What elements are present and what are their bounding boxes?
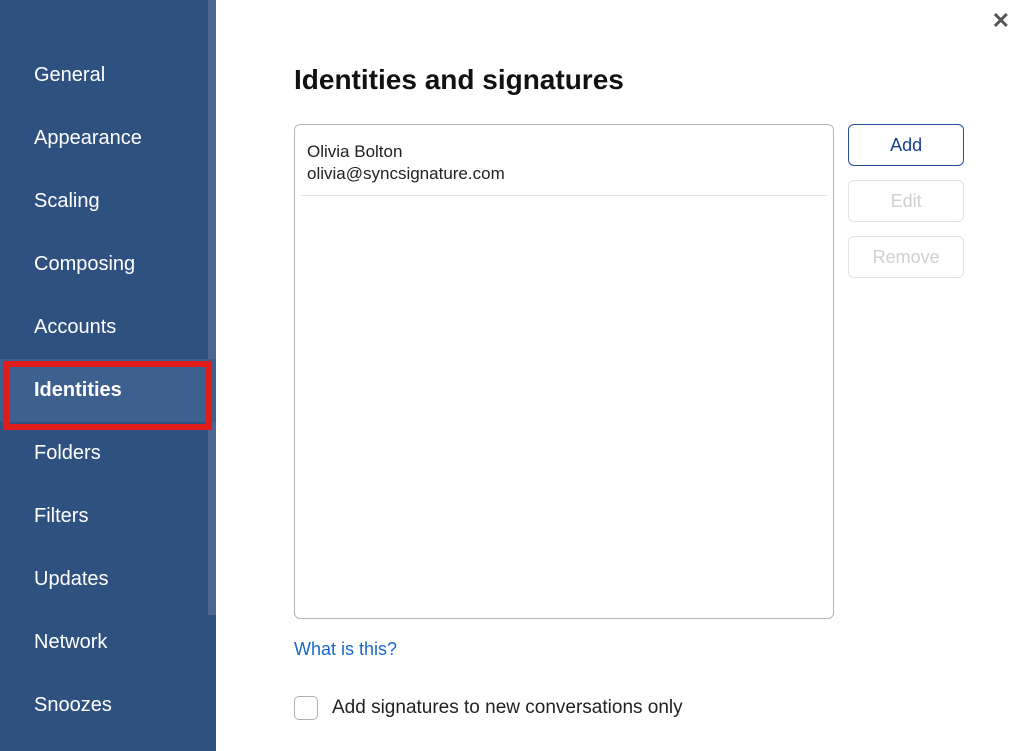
signatures-new-only-checkbox[interactable] (294, 696, 318, 720)
sidebar-item-label: Appearance (34, 127, 142, 150)
identity-email: olivia@syncsignature.com (307, 163, 821, 185)
sidebar-item-network[interactable]: Network (0, 611, 216, 674)
identity-actions: Add Edit Remove (848, 124, 964, 278)
sidebar-item-label: Network (34, 631, 107, 654)
sidebar-item-label: General (34, 64, 105, 87)
sidebar-item-scaling[interactable]: Scaling (0, 170, 216, 233)
sidebar-item-label: Scaling (34, 190, 100, 213)
sidebar-item-label: Filters (34, 505, 88, 528)
sidebar-item-label: Folders (34, 442, 101, 465)
sidebar-item-label: Identities (34, 379, 122, 402)
sidebar-item-composing[interactable]: Composing (0, 233, 216, 296)
identities-listbox[interactable]: Olivia Bolton olivia@syncsignature.com (294, 124, 834, 619)
sidebar-item-snoozes[interactable]: Snoozes (0, 674, 216, 737)
sidebar-item-label: Accounts (34, 316, 116, 339)
signatures-new-only-row: Add signatures to new conversations only (294, 696, 964, 720)
identity-entry[interactable]: Olivia Bolton olivia@syncsignature.com (301, 131, 827, 196)
sidebar-item-appearance[interactable]: Appearance (0, 107, 216, 170)
sidebar-item-folders[interactable]: Folders (0, 422, 216, 485)
main-panel: Identities and signatures Olivia Bolton … (216, 0, 1024, 751)
identity-name: Olivia Bolton (307, 141, 821, 163)
signatures-new-only-label: Add signatures to new conversations only (332, 697, 683, 719)
remove-button: Remove (848, 236, 964, 278)
page-title: Identities and signatures (294, 64, 964, 96)
add-button[interactable]: Add (848, 124, 964, 166)
sidebar-item-identities[interactable]: Identities (0, 359, 216, 422)
sidebar-item-label: Composing (34, 253, 135, 276)
sidebar-item-label: Updates (34, 568, 109, 591)
sidebar-item-updates[interactable]: Updates (0, 548, 216, 611)
help-link[interactable]: What is this? (294, 639, 397, 660)
identities-row: Olivia Bolton olivia@syncsignature.com A… (294, 124, 964, 619)
sidebar-item-label: Snoozes (34, 694, 112, 717)
sidebar-item-general[interactable]: General (0, 44, 216, 107)
sidebar-item-accounts[interactable]: Accounts (0, 296, 216, 359)
settings-sidebar: General Appearance Scaling Composing Acc… (0, 0, 216, 751)
edit-button: Edit (848, 180, 964, 222)
sidebar-item-filters[interactable]: Filters (0, 485, 216, 548)
